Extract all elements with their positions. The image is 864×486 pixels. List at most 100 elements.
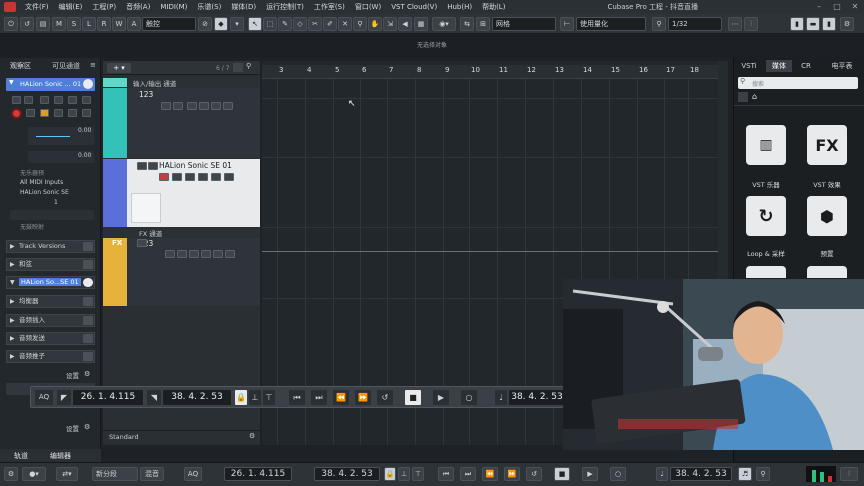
track-fx-edit[interactable]: [201, 250, 211, 258]
write-button[interactable]: W: [112, 17, 126, 31]
track-halion-write[interactable]: [198, 173, 208, 181]
timebase-button[interactable]: [40, 109, 49, 117]
track-halion-mute[interactable]: [137, 162, 147, 170]
track-name-halion[interactable]: HALion Sonic SE 01: [159, 161, 232, 170]
hand-tool-icon[interactable]: ✋: [368, 17, 382, 31]
visibility-preset[interactable]: Standard: [109, 433, 139, 441]
menu-icon[interactable]: ≡: [90, 61, 96, 69]
transport-lock-icon[interactable]: 🔒: [235, 390, 247, 405]
edit-button[interactable]: [82, 96, 91, 104]
quantize-value-select[interactable]: 1/32: [668, 17, 722, 31]
color-tool-icon[interactable]: ▦: [414, 17, 428, 31]
transport-record-icon[interactable]: ○: [461, 390, 477, 405]
piano-icon[interactable]: ▥: [746, 125, 786, 165]
channel-settings-button[interactable]: [82, 109, 91, 117]
select-tool-icon[interactable]: ↖: [248, 17, 262, 31]
a-button[interactable]: A: [127, 17, 141, 31]
back-icon[interactable]: [738, 92, 748, 102]
bottom-settings-icon[interactable]: ⚙: [4, 467, 18, 481]
track-fx-write[interactable]: [177, 250, 187, 258]
glue-tool-icon[interactable]: ✂: [308, 17, 322, 31]
folder-track-io[interactable]: 输入/输出 通道: [103, 78, 260, 88]
snap-mode-select[interactable]: 网格: [492, 17, 556, 31]
tab-inspector[interactable]: 观察区: [10, 61, 31, 71]
footer-gear-icon[interactable]: ⚙: [249, 432, 255, 440]
transport-play-icon[interactable]: ▶: [433, 390, 449, 405]
section-inserts[interactable]: ▶ 音频插入: [6, 314, 95, 327]
undo-icon[interactable]: ↺: [20, 17, 34, 31]
transport-left-locator[interactable]: 26. 1. 4.115: [73, 390, 143, 405]
menu-help[interactable]: 帮助(L): [477, 2, 510, 12]
listen-button[interactable]: L: [82, 17, 96, 31]
tile-label-vst-effects[interactable]: VST 效果: [797, 179, 857, 189]
add-track-button[interactable]: + ▾: [107, 63, 131, 73]
collapse-triangle-icon[interactable]: ▼: [9, 79, 14, 86]
track-name[interactable]: 123: [139, 90, 153, 99]
ruler[interactable]: 3 4 5 6 7 8 9 10 11 12 13 14 15 16 17 18: [262, 65, 718, 79]
transport-punch-in-icon[interactable]: ⊥: [249, 390, 261, 405]
track-halion-read[interactable]: [185, 173, 195, 181]
tab-vsti[interactable]: VSTi: [736, 60, 762, 72]
midi-input-select[interactable]: All MIDI Inputs: [20, 179, 63, 186]
snap-type-icon[interactable]: ⊞: [476, 17, 490, 31]
transport-go-end-icon[interactable]: ⏭: [311, 390, 327, 405]
bottom-cycle-icon[interactable]: ↺: [526, 467, 542, 481]
right-zone-toggle-icon[interactable]: ▮: [822, 17, 836, 31]
bottom-stop-icon[interactable]: ■: [554, 467, 570, 481]
tab-track[interactable]: 轨道: [14, 451, 28, 461]
section-equalizer[interactable]: ▶ 均衡器: [6, 295, 95, 308]
menu-vst-cloud[interactable]: VST Cloud(V): [386, 3, 442, 11]
tile-partial-2[interactable]: [807, 266, 847, 278]
draw-tool-icon[interactable]: ✐: [323, 17, 337, 31]
track-fx-monitor[interactable]: [189, 250, 199, 258]
bottom-aq-button[interactable]: AQ: [184, 467, 202, 481]
transport-stop-icon[interactable]: ■: [405, 390, 421, 405]
bottom-lock-icon[interactable]: 🔒: [384, 467, 396, 481]
color-picker-icon[interactable]: ◉▾: [432, 17, 456, 31]
tile-label-vst-instruments[interactable]: VST 乐器: [736, 179, 796, 189]
inspector-track-name[interactable]: HALion Sonic ... 01: [6, 78, 95, 91]
erase-tool-icon[interactable]: ◇: [293, 17, 307, 31]
track-123-a[interactable]: 123: [103, 88, 260, 158]
track-fx-extra[interactable]: [225, 250, 235, 258]
mute-button[interactable]: [12, 96, 21, 104]
track-search-icon[interactable]: ⚲: [246, 62, 251, 70]
section-sends[interactable]: ▶ 音频发送: [6, 332, 95, 345]
track-read[interactable]: [199, 102, 209, 110]
menu-transport[interactable]: 运行控制(T): [261, 2, 309, 12]
monitor-button[interactable]: [26, 109, 35, 117]
bottom-play-icon[interactable]: ▶: [582, 467, 598, 481]
speaker-tool-icon[interactable]: ◀: [398, 17, 412, 31]
hexagon-icon[interactable]: ⬢: [807, 196, 847, 236]
midi-output-select[interactable]: HALion Sonic SE: [20, 189, 69, 196]
track-halion-settings[interactable]: [224, 173, 234, 181]
lanes-button[interactable]: [68, 109, 77, 117]
bottom-forward-icon[interactable]: ⏩: [504, 467, 520, 481]
track-halion-solo[interactable]: [148, 162, 158, 170]
transport-rewind-icon[interactable]: ⏪: [333, 390, 349, 405]
menu-studio[interactable]: 工作室(S): [309, 2, 350, 12]
snap-toggle-icon[interactable]: ⇆: [460, 17, 474, 31]
automation-mode-select[interactable]: 触控: [142, 17, 196, 31]
read-button[interactable]: R: [97, 17, 111, 31]
bottom-left-locator[interactable]: 26. 1. 4.115: [224, 467, 292, 481]
transport-cycle-icon[interactable]: ↺: [377, 390, 393, 405]
quantize-mode-select[interactable]: 使用量化: [576, 17, 646, 31]
transport-aq-button[interactable]: AQ: [35, 390, 53, 405]
solo-all-button[interactable]: S: [67, 17, 81, 31]
write-automation-button[interactable]: [54, 96, 63, 104]
tile-label-presets[interactable]: 预置: [797, 248, 857, 258]
solo-button[interactable]: [24, 96, 33, 104]
menu-edit[interactable]: 编辑(E): [54, 2, 88, 12]
bottom-nudge-icon[interactable]: ⇄▾: [56, 467, 78, 481]
menu-audio[interactable]: 音频(A): [121, 2, 155, 12]
read-automation-button[interactable]: [40, 96, 49, 104]
tab-media[interactable]: 媒体: [766, 60, 792, 72]
bottom-metronome-icon[interactable]: ♬: [738, 467, 752, 481]
transport-right-locator[interactable]: 38. 4. 2. 53: [163, 390, 231, 405]
track-preset-icon[interactable]: [233, 63, 243, 72]
bottom-position-icon[interactable]: ♩: [656, 467, 668, 481]
transport-position-icon[interactable]: ♩: [495, 390, 507, 405]
bottom-punch-out-icon[interactable]: ⊤: [412, 467, 424, 481]
tile-partial-1[interactable]: [746, 266, 786, 278]
